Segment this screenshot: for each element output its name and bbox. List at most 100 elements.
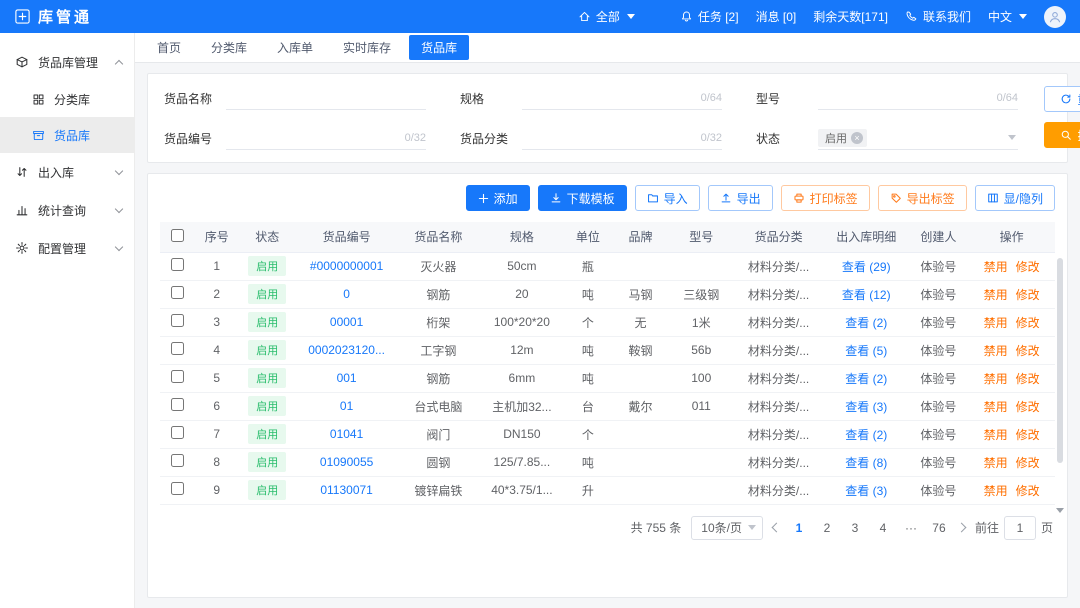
disable-link[interactable]: 禁用 [984,288,1008,302]
reset-button[interactable]: 重置 [1044,86,1080,112]
view-details-link[interactable]: 查看 (2) [845,372,887,386]
edit-link[interactable]: 修改 [1016,456,1040,470]
import-button[interactable]: 导入 [635,185,700,211]
vertical-scrollbar-thumb[interactable] [1057,258,1063,463]
tab-realtime-stock[interactable]: 实时库存 [331,35,403,60]
model-input[interactable] [818,86,993,109]
page-2[interactable]: 2 [818,521,836,535]
print-labels-button[interactable]: 打印标签 [781,185,870,211]
phone-icon [905,10,918,23]
sidebar-group-stats[interactable]: 统计查询 [0,191,134,229]
disable-link[interactable]: 禁用 [984,316,1008,330]
tab-home[interactable]: 首页 [145,35,193,60]
edit-link[interactable]: 修改 [1016,428,1040,442]
status-select[interactable]: 启用 × [818,126,1018,150]
view-details-link[interactable]: 查看 (29) [842,260,891,274]
goto-page-input[interactable] [1004,516,1036,540]
sidebar-group-in-out[interactable]: 出入库 [0,153,134,191]
page-4[interactable]: 4 [874,521,892,535]
contact-link[interactable]: 联系我们 [905,8,971,25]
row-select-cell [160,252,195,280]
goods-code-link[interactable]: 01090055 [320,455,373,469]
edit-link[interactable]: 修改 [1016,260,1040,274]
edit-link[interactable]: 修改 [1016,316,1040,330]
goods-code-link[interactable]: 0002023120... [308,343,385,357]
row-checkbox[interactable] [171,314,184,327]
view-details-link[interactable]: 查看 (12) [842,288,891,302]
avatar[interactable] [1044,6,1066,28]
table-row: 8 启用 01090055 圆钢 125/7.85... 吨 材料分类/... … [160,448,1055,476]
language-selector[interactable]: 中文 [988,8,1027,25]
sidebar-group-config[interactable]: 配置管理 [0,229,134,267]
goods-name-input[interactable] [226,86,426,109]
goods-code-link[interactable]: 01041 [330,427,363,441]
scope-selector[interactable]: 全部 [578,8,635,25]
disable-link[interactable]: 禁用 [984,344,1008,358]
disable-link[interactable]: 禁用 [984,428,1008,442]
tag-close-icon[interactable]: × [851,132,863,144]
search-button[interactable]: 搜索 [1044,122,1080,148]
page-ellipsis[interactable]: ··· [902,521,920,535]
disable-link[interactable]: 禁用 [984,456,1008,470]
edit-link[interactable]: 修改 [1016,288,1040,302]
edit-link[interactable]: 修改 [1016,344,1040,358]
row-checkbox[interactable] [171,258,184,271]
language-label: 中文 [988,8,1012,25]
view-details-link[interactable]: 查看 (8) [845,456,887,470]
row-actions-cell: 禁用修改 [968,476,1055,504]
tab-inbound-order[interactable]: 入库单 [265,35,325,60]
goods-code-link[interactable]: 00001 [330,315,363,329]
tab-goods-lib[interactable]: 货品库 [409,35,469,60]
download-template-button[interactable]: 下载模板 [538,185,627,211]
view-details-link[interactable]: 查看 (5) [845,344,887,358]
scrollbar-down-arrow-icon[interactable] [1056,508,1064,513]
col-details: 出入库明细 [824,222,909,252]
add-button[interactable]: 添加 [466,185,530,211]
view-details-link[interactable]: 查看 (2) [845,316,887,330]
row-checkbox[interactable] [171,286,184,299]
row-details-cell: 查看 (2) [824,364,909,392]
goods-brand [612,252,670,280]
view-details-link[interactable]: 查看 (3) [845,484,887,498]
sidebar-group-goods-mgmt[interactable]: 货品库管理 [0,43,134,81]
goods-code-link[interactable]: 01 [340,399,353,413]
view-details-link[interactable]: 查看 (2) [845,428,887,442]
row-checkbox[interactable] [171,482,184,495]
goods-brand: 鞍钢 [612,336,670,364]
sidebar-item-category-lib[interactable]: 分类库 [0,81,134,117]
goods-code-link[interactable]: #0000000001 [310,259,383,273]
goods-code-input[interactable] [226,126,401,149]
edit-link[interactable]: 修改 [1016,372,1040,386]
edit-link[interactable]: 修改 [1016,484,1040,498]
tab-category-lib[interactable]: 分类库 [199,35,259,60]
sidebar-item-goods-lib[interactable]: 货品库 [0,117,134,153]
row-checkbox[interactable] [171,454,184,467]
disable-link[interactable]: 禁用 [984,400,1008,414]
export-labels-button[interactable]: 导出标签 [878,185,967,211]
messages-link[interactable]: 消息 [0] [756,8,797,25]
row-checkbox[interactable] [171,370,184,383]
edit-link[interactable]: 修改 [1016,400,1040,414]
view-details-link[interactable]: 查看 (3) [845,400,887,414]
goods-code-link[interactable]: 001 [337,371,357,385]
page-last[interactable]: 76 [930,521,948,535]
tasks-link[interactable]: 任务 [2] [680,8,739,25]
spec-input[interactable] [522,86,697,109]
goods-code-link[interactable]: 01130071 [320,483,373,497]
row-checkbox[interactable] [171,426,184,439]
page-size-select[interactable]: 10条/页 [691,516,763,540]
next-page-icon[interactable] [957,523,967,533]
prev-page-icon[interactable] [772,523,782,533]
category-input[interactable] [522,126,697,149]
export-button[interactable]: 导出 [708,185,773,211]
disable-link[interactable]: 禁用 [984,484,1008,498]
show-hide-columns-button[interactable]: 显/隐列 [975,185,1055,211]
goods-code-link[interactable]: 0 [343,287,350,301]
row-checkbox[interactable] [171,342,184,355]
page-1[interactable]: 1 [790,521,808,535]
disable-link[interactable]: 禁用 [984,372,1008,386]
page-3[interactable]: 3 [846,521,864,535]
select-all-checkbox[interactable] [171,229,184,242]
disable-link[interactable]: 禁用 [984,260,1008,274]
row-checkbox[interactable] [171,398,184,411]
